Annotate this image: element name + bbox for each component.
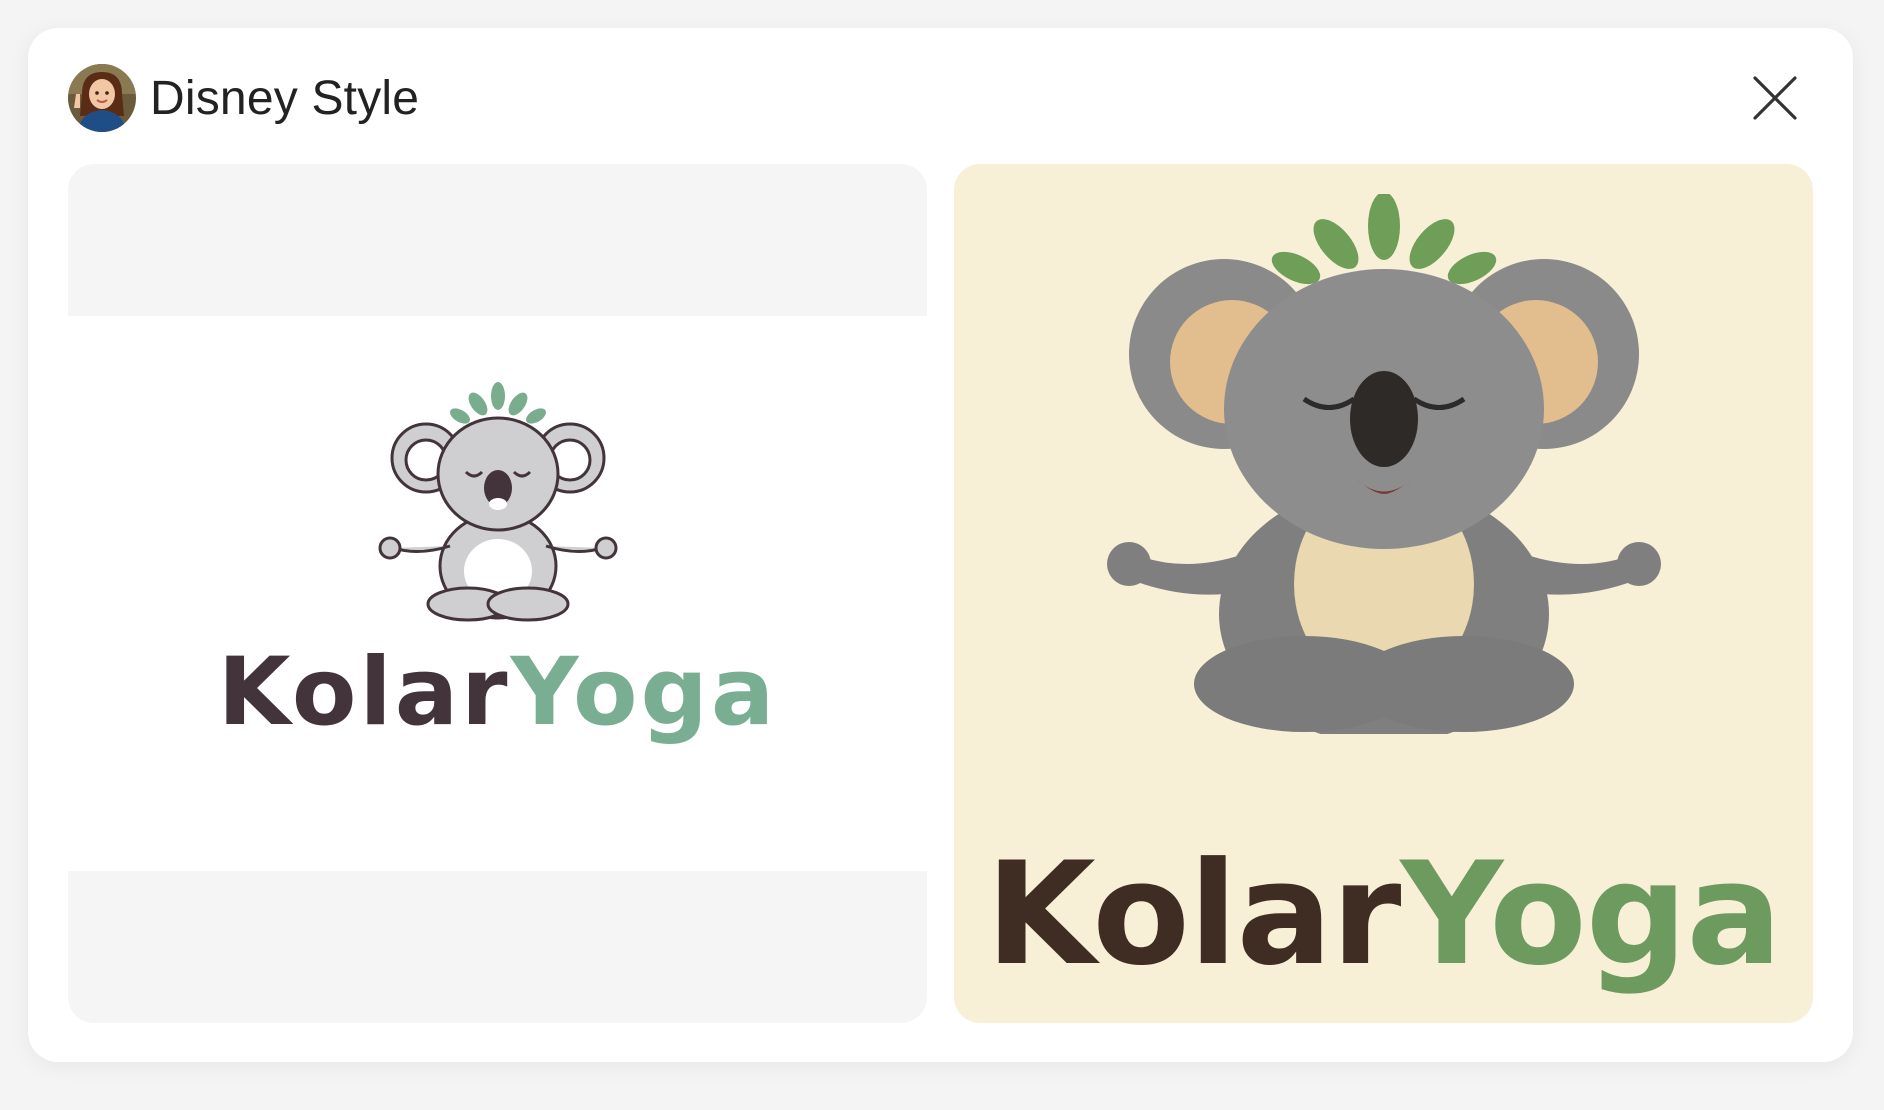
style-preview-dialog: Disney Style KolarYoga KolarYoga xyxy=(28,28,1853,1062)
original-wordmark: KolarYoga xyxy=(68,638,927,747)
avatar-icon xyxy=(68,64,136,132)
koala-illustration xyxy=(378,382,618,622)
styled-image-panel: KolarYoga xyxy=(954,164,1813,1023)
wordmark-kolar: Kolar xyxy=(985,832,1402,997)
styled-wordmark: KolarYoga xyxy=(954,832,1813,997)
dialog-header: Disney Style xyxy=(68,62,1813,134)
close-icon xyxy=(1753,76,1797,120)
dialog-title: Disney Style xyxy=(150,71,420,125)
wordmark-kolar: Kolar xyxy=(217,638,511,747)
wordmark-yoga: Yoga xyxy=(1400,832,1782,997)
original-image-panel: KolarYoga xyxy=(68,164,927,1023)
close-button[interactable] xyxy=(1747,70,1803,126)
original-logo-image: KolarYoga xyxy=(68,316,927,871)
wordmark-yoga: Yoga xyxy=(510,638,778,747)
koala-illustration xyxy=(1107,194,1661,734)
